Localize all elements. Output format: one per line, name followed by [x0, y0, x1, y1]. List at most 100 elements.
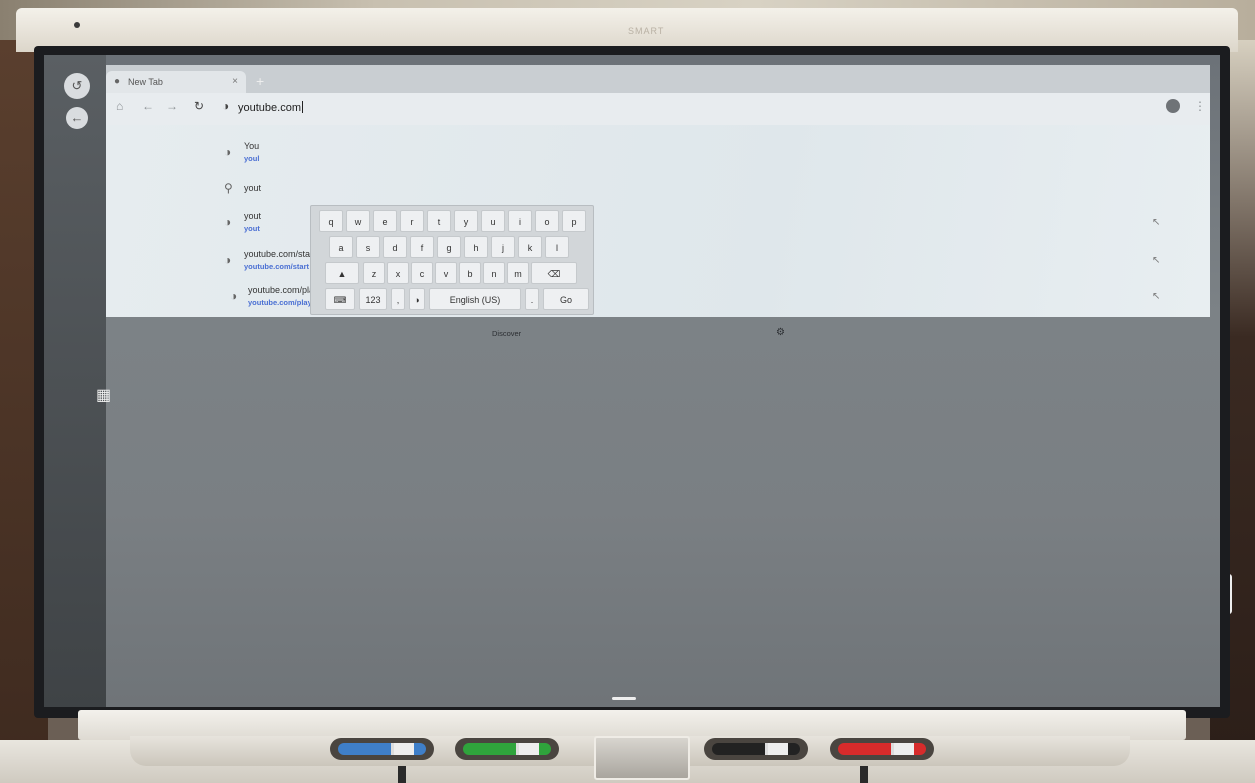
- pen-slot: [830, 738, 934, 760]
- key-t[interactable]: t: [427, 210, 451, 232]
- key-o[interactable]: o: [535, 210, 559, 232]
- pen-slot: [704, 738, 808, 760]
- home-indicator: [612, 697, 636, 700]
- suggestion-row[interactable]: ◑ yout yout ↖: [106, 207, 1210, 241]
- menu-icon[interactable]: ⋮: [1194, 99, 1206, 113]
- profile-icon[interactable]: [1166, 99, 1180, 113]
- suggestion-url: youl: [244, 154, 260, 163]
- camera-dot: [74, 22, 80, 28]
- close-icon[interactable]: ×: [232, 71, 238, 93]
- pen-slot: [330, 738, 434, 760]
- suggestion-url: youtube.com/play: [248, 298, 312, 307]
- pen-slot: [455, 738, 559, 760]
- key-g[interactable]: g: [437, 236, 461, 258]
- suggestion-url: yout: [244, 224, 260, 233]
- arrow-up-left-icon[interactable]: ↖: [1152, 217, 1160, 228]
- key-b[interactable]: b: [459, 262, 481, 284]
- text-caret: [301, 101, 303, 113]
- blue-pen[interactable]: [338, 743, 426, 755]
- key-z[interactable]: z: [363, 262, 385, 284]
- suggestion-row[interactable]: ◑ youtube.com/play youtube.com/play ↖: [106, 281, 1210, 315]
- omnibox-suggestions: ◑ You youl ⚲ yout ◑ yout yout ↖ ◑ youtub…: [106, 125, 1210, 317]
- globe-icon: ◑: [224, 145, 232, 159]
- tab-new[interactable]: ● New Tab ×: [106, 71, 246, 93]
- suggestion-text: youtube.com/start: [244, 249, 316, 259]
- keyboard-icon[interactable]: ⌨: [325, 288, 355, 310]
- apps-grid-icon[interactable]: ▦: [96, 385, 111, 405]
- suggestion-text: yout: [244, 183, 262, 193]
- key-s[interactable]: s: [356, 236, 380, 258]
- key-l[interactable]: l: [545, 236, 569, 258]
- back-button[interactable]: ←: [66, 107, 88, 129]
- gear-icon[interactable]: ⚙: [776, 327, 785, 338]
- numbers-key[interactable]: 123: [359, 288, 387, 310]
- tab-strip: ● New Tab × +: [106, 65, 1210, 93]
- key-v[interactable]: v: [435, 262, 457, 284]
- key-x[interactable]: x: [387, 262, 409, 284]
- key-r[interactable]: r: [400, 210, 424, 232]
- side-rail: ↺ ←: [44, 55, 106, 707]
- arrow-up-left-icon[interactable]: ↖: [1152, 291, 1160, 302]
- home-button[interactable]: ↺: [64, 73, 90, 99]
- search-icon: ⚲: [224, 181, 233, 195]
- period-key[interactable]: .: [525, 288, 539, 310]
- pen-band: [394, 743, 414, 755]
- globe-icon: ◑: [224, 215, 232, 229]
- key-i[interactable]: i: [508, 210, 532, 232]
- red-pen[interactable]: [838, 743, 926, 755]
- pen-band: [768, 743, 788, 755]
- black-pen[interactable]: [712, 743, 800, 755]
- home-icon[interactable]: ⌂: [116, 99, 123, 113]
- key-y[interactable]: y: [454, 210, 478, 232]
- key-f[interactable]: f: [410, 236, 434, 258]
- key-d[interactable]: d: [383, 236, 407, 258]
- forward-icon[interactable]: →: [166, 99, 178, 113]
- globe-icon: ◑: [224, 253, 232, 267]
- backspace-key[interactable]: ⌫: [531, 262, 577, 284]
- comma-key[interactable]: ,: [391, 288, 405, 310]
- suggestion-url: youtube.com/start: [244, 262, 310, 271]
- globe-icon: ◑: [230, 289, 238, 303]
- reload-icon[interactable]: ↻: [194, 99, 204, 113]
- go-key[interactable]: Go: [543, 288, 589, 310]
- on-screen-keyboard: qwertyuiop asdfghjkl ▲ ⌫ zxcvbnm ⌨ 123 ,…: [310, 205, 594, 315]
- stand-leg: [860, 766, 868, 783]
- back-icon[interactable]: ←: [142, 99, 154, 113]
- key-j[interactable]: j: [491, 236, 515, 258]
- arrow-up-left-icon[interactable]: ↖: [1152, 255, 1160, 266]
- suggestion-row[interactable]: ⚲ yout: [106, 173, 1210, 207]
- key-k[interactable]: k: [518, 236, 542, 258]
- shift-key[interactable]: ▲: [325, 262, 359, 284]
- address-bar[interactable]: youtube.com: [238, 101, 303, 114]
- key-p[interactable]: p: [562, 210, 586, 232]
- key-u[interactable]: u: [481, 210, 505, 232]
- key-n[interactable]: n: [483, 262, 505, 284]
- suggestion-text: yout: [244, 211, 262, 221]
- tab-title: New Tab: [128, 77, 163, 87]
- suggestion-text: youtube.com/play: [248, 285, 319, 295]
- suggestion-text: You: [244, 141, 260, 151]
- browser-toolbar: ⌂ ← → ↻ ◑ youtube.com ⋮: [106, 93, 1210, 126]
- suggestion-row[interactable]: ◑ youtube.com/start youtube.com/start ↖: [106, 245, 1210, 279]
- key-m[interactable]: m: [507, 262, 529, 284]
- key-w[interactable]: w: [346, 210, 370, 232]
- brand-mark: SMART: [628, 26, 665, 36]
- discover-label: Discover: [492, 329, 522, 338]
- key-c[interactable]: c: [411, 262, 433, 284]
- address-bar-text: youtube.com: [238, 102, 301, 114]
- eraser[interactable]: [594, 736, 690, 780]
- key-q[interactable]: q: [319, 210, 343, 232]
- key-e[interactable]: e: [373, 210, 397, 232]
- globe-icon[interactable]: ◑: [409, 288, 425, 310]
- key-h[interactable]: h: [464, 236, 488, 258]
- globe-icon: ◑: [222, 99, 230, 113]
- display-screen: ↺ ← ▦ ● New Tab × + ⌂ ← → ↻ ◑ youtube.co…: [44, 55, 1220, 707]
- globe-icon: ●: [114, 76, 121, 87]
- stand-leg: [398, 766, 406, 783]
- new-tab-button[interactable]: +: [256, 73, 264, 89]
- pen-band: [894, 743, 914, 755]
- space-key[interactable]: English (US): [429, 288, 521, 310]
- key-a[interactable]: a: [329, 236, 353, 258]
- green-pen[interactable]: [463, 743, 551, 755]
- suggestion-row[interactable]: ◑ You youl: [106, 137, 1210, 171]
